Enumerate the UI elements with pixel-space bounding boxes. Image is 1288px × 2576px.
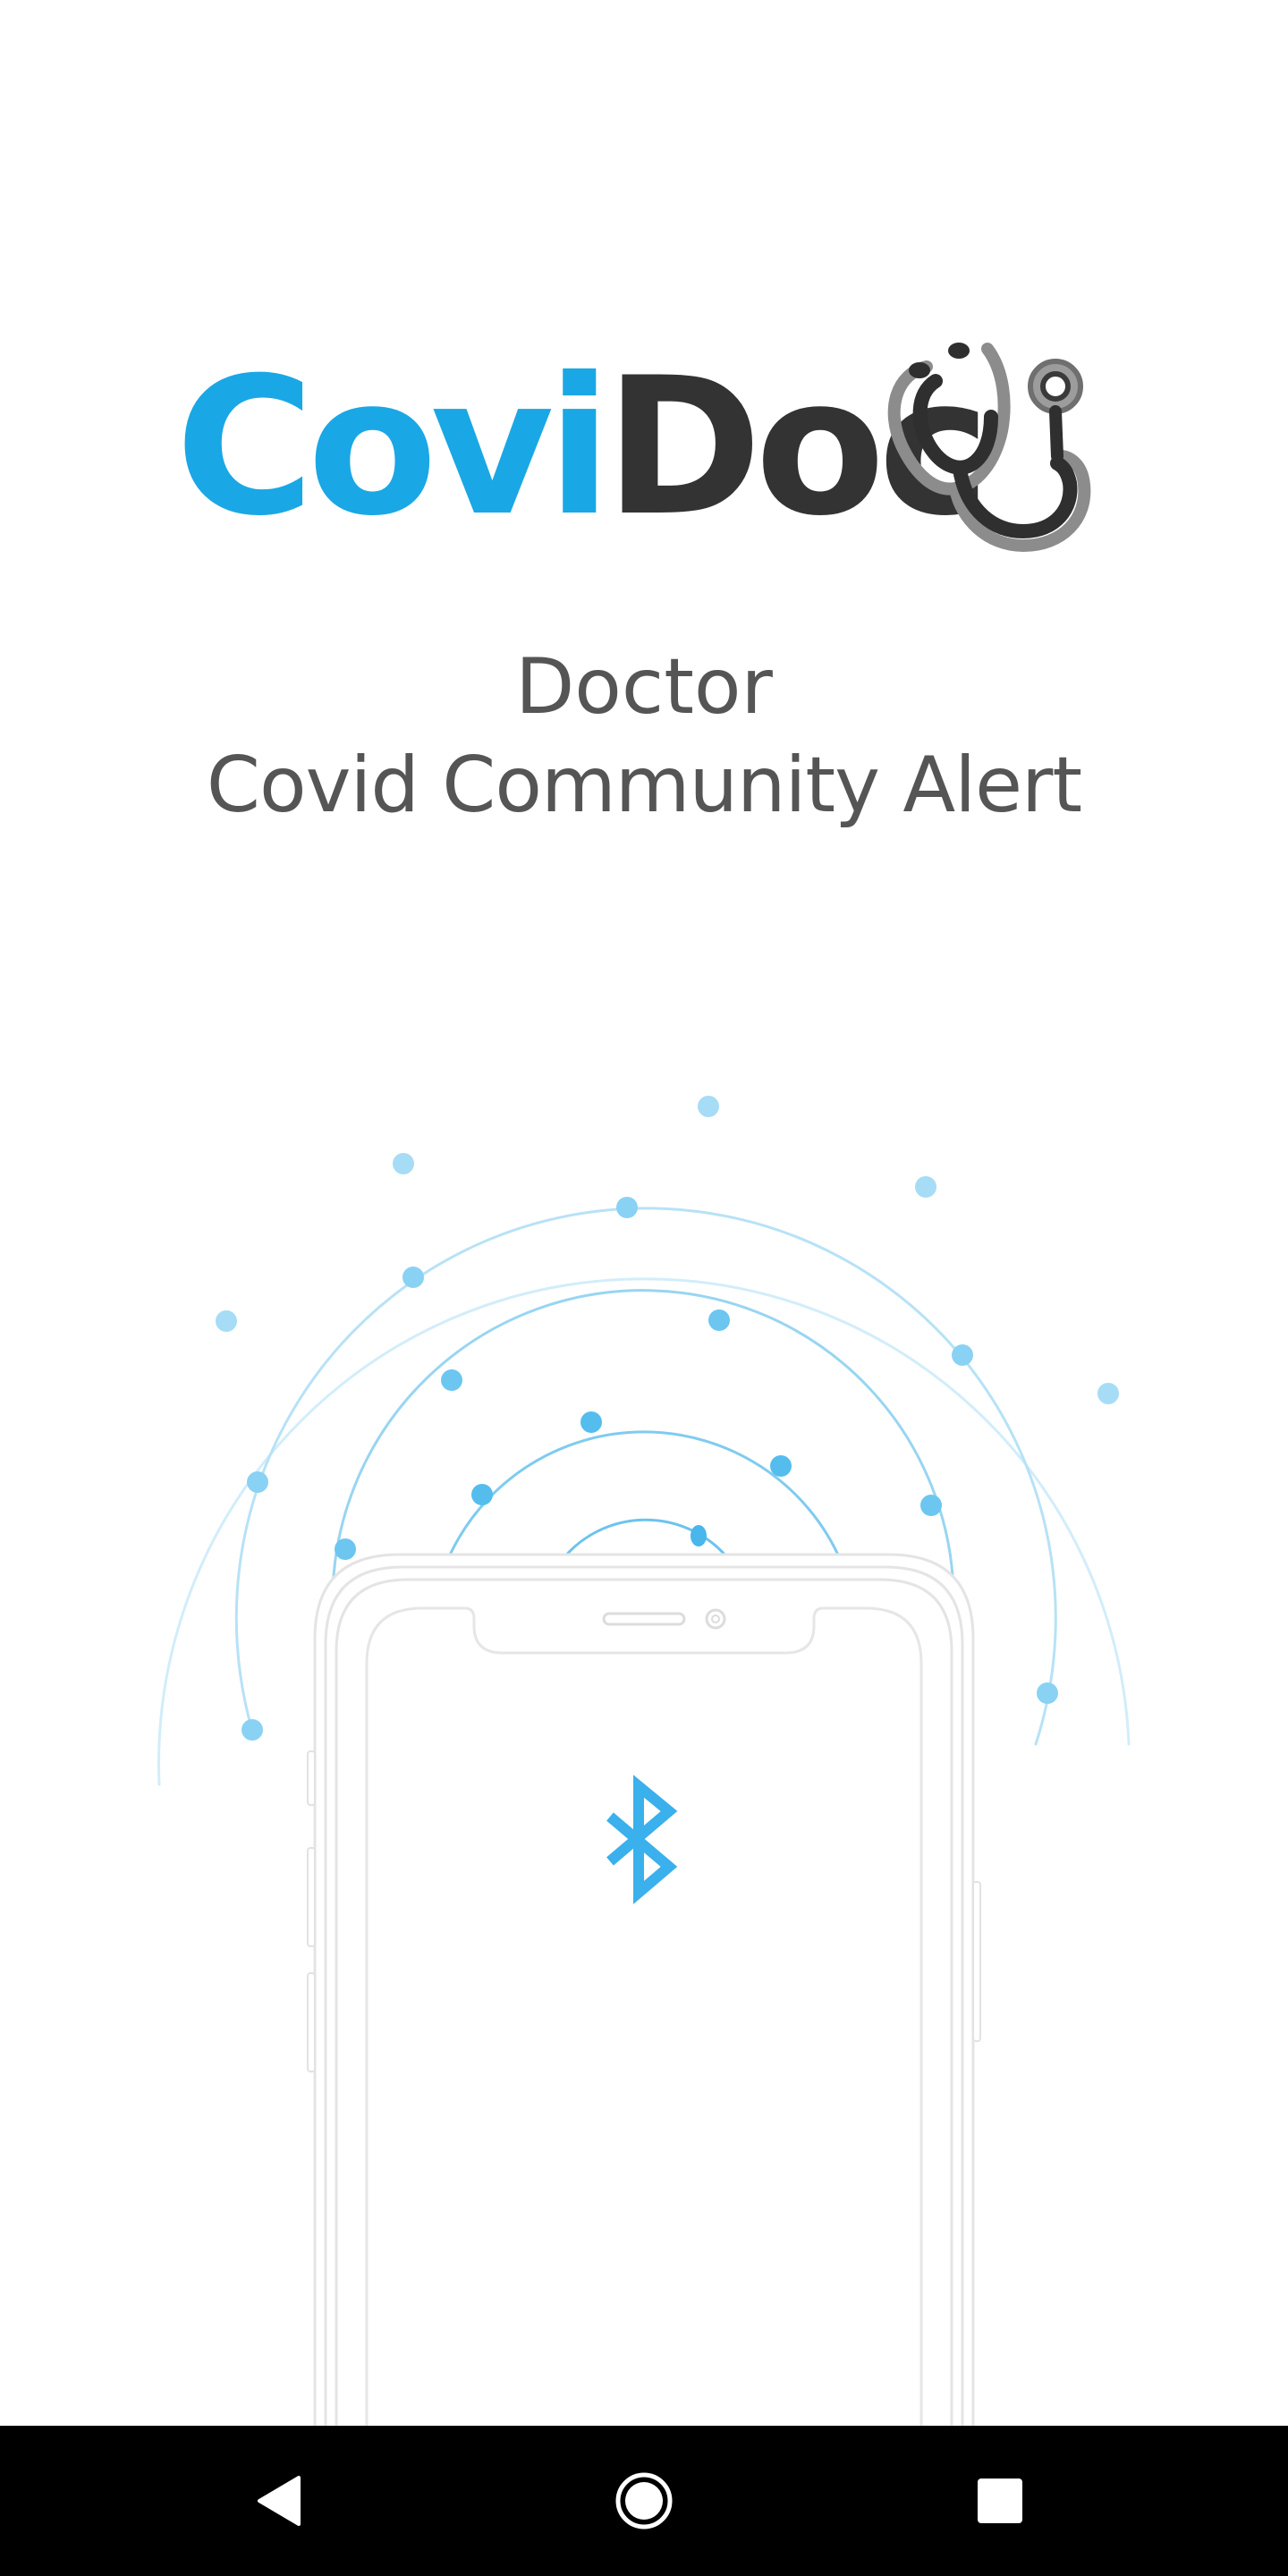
- phone-side-button: [307, 1847, 316, 1947]
- signal-dot: [393, 1153, 414, 1174]
- signal-dot: [915, 1176, 936, 1198]
- phone-side-button: [307, 1972, 316, 2072]
- splash-screen: CoviDoc Doctor Covid Community Alert: [0, 0, 1288, 2426]
- home-circle-icon: [615, 2472, 673, 2529]
- system-navigation-bar: [0, 2426, 1288, 2576]
- signal-dot: [441, 1369, 462, 1391]
- signal-dot: [698, 1096, 719, 1117]
- phone-speaker: [602, 1612, 686, 1626]
- signal-dot: [708, 1309, 730, 1331]
- phone-side-button: [972, 1881, 981, 2042]
- phone-side-button: [307, 1750, 316, 1806]
- signal-dot: [402, 1267, 424, 1288]
- signal-dot: [216, 1310, 237, 1332]
- signal-dot: [920, 1495, 942, 1516]
- back-button[interactable]: [229, 2447, 336, 2555]
- signal-dot: [1097, 1383, 1119, 1404]
- signal-dot: [335, 1538, 356, 1560]
- bluetooth-broadcast-illustration: [157, 1096, 1131, 2426]
- signal-dot: [242, 1719, 263, 1741]
- signal-dot: [471, 1484, 493, 1505]
- signal-dot: [1037, 1682, 1058, 1704]
- signal-dot: [691, 1525, 707, 1546]
- home-button[interactable]: [590, 2447, 698, 2555]
- signal-arc: [445, 1430, 843, 1563]
- phone-screen: [365, 1606, 923, 2426]
- recent-apps-button[interactable]: [946, 2447, 1054, 2555]
- signal-dot: [952, 1344, 973, 1366]
- back-triangle-icon: [258, 2476, 301, 2526]
- recent-square-icon: [978, 2479, 1022, 2523]
- signal-dot: [580, 1411, 602, 1433]
- signal-dot: [770, 1455, 792, 1477]
- signal-dot: [247, 1471, 268, 1493]
- signal-dot: [616, 1197, 638, 1218]
